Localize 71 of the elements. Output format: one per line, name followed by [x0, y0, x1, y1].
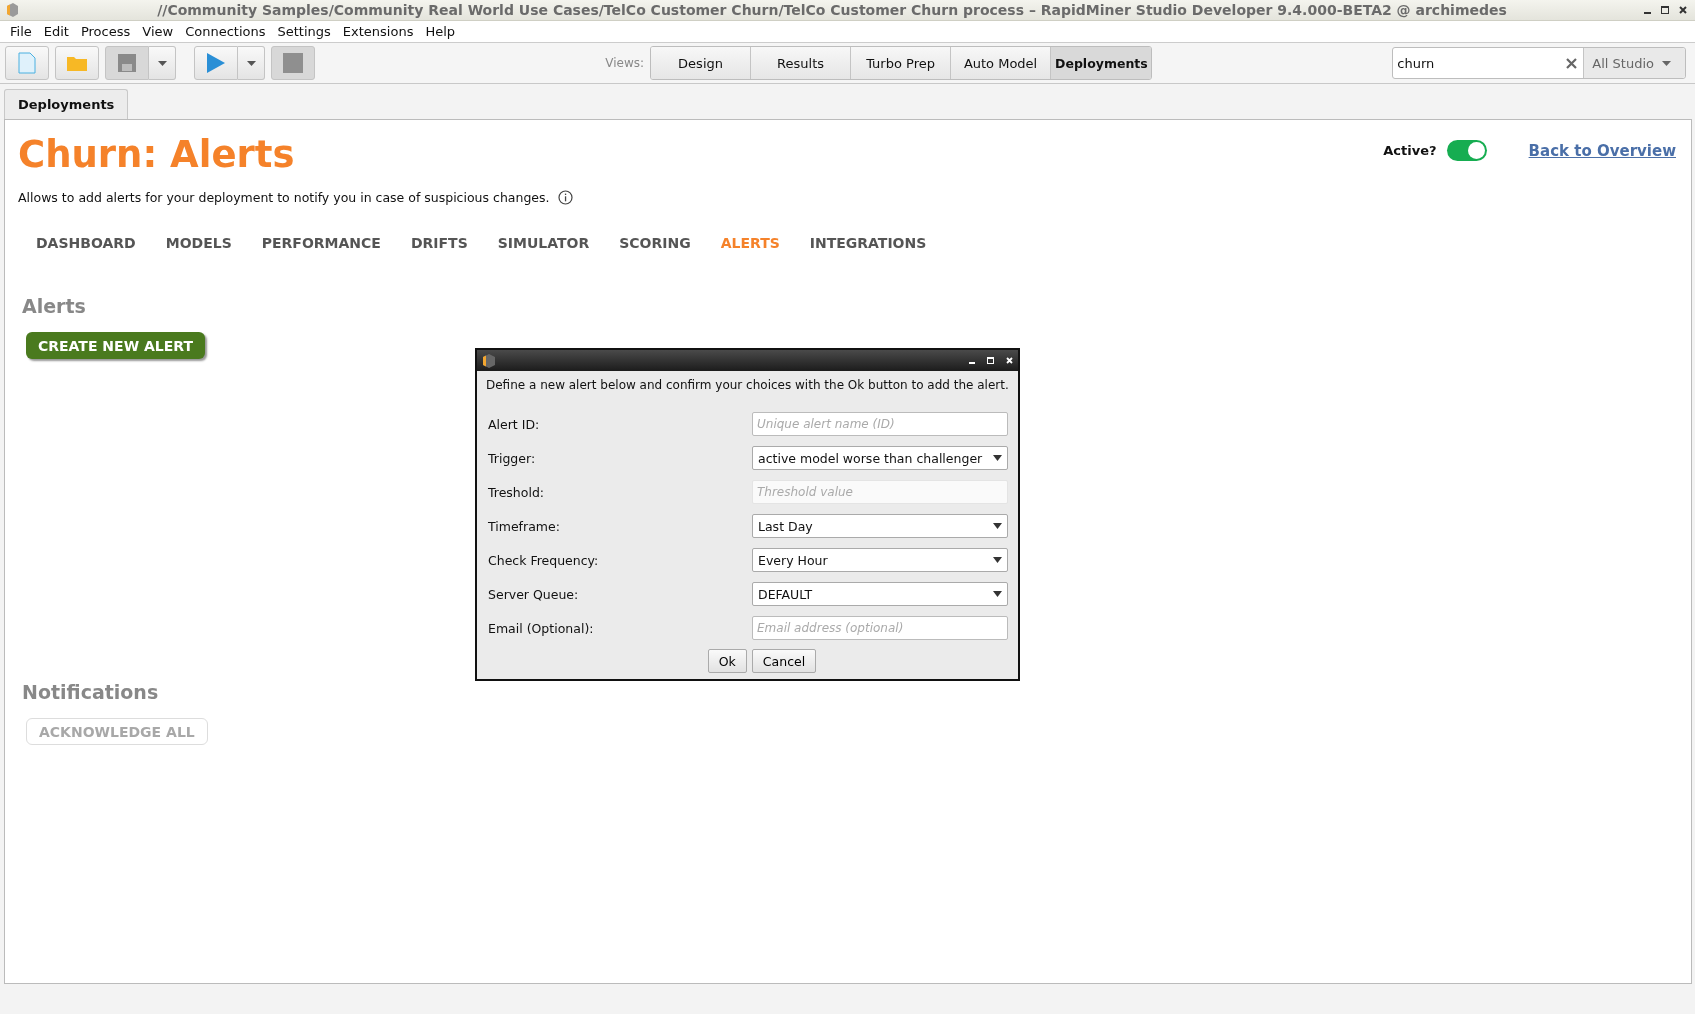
search-scope-dropdown[interactable]: All Studio: [1583, 48, 1685, 78]
create-new-alert-button[interactable]: CREATE NEW ALERT: [26, 332, 205, 359]
menu-item[interactable]: File: [4, 24, 38, 39]
active-toggle[interactable]: [1446, 140, 1487, 161]
back-to-overview-link[interactable]: Back to Overview: [1528, 141, 1676, 160]
field-label: Alert ID:: [487, 416, 540, 432]
field-label: Email (Optional):: [487, 620, 594, 636]
nav-tab[interactable]: INTEGRATIONS: [809, 235, 927, 251]
app-logo-icon: [4, 2, 20, 18]
stop-square-icon: [283, 53, 303, 73]
nav-tab[interactable]: PERFORMANCE: [261, 235, 381, 251]
caret-icon: [993, 591, 1002, 597]
active-label: Active?: [1383, 143, 1437, 158]
dropdown[interactable]: Last Day: [752, 514, 1008, 538]
folder-icon: [67, 57, 87, 71]
view-tab[interactable]: Auto Model: [951, 47, 1052, 79]
view-tab[interactable]: Design: [651, 47, 752, 79]
nav-tab[interactable]: SCORING: [619, 235, 691, 251]
window-title: //Community Samples/Community Real World Use Cases/TelCo Customer Churn/TelCo Customer Churn process – RapidMiner Studio Developer 9.4.000-BETA2 @ archimedes: [156, 2, 1508, 18]
menu-item[interactable]: Process: [74, 24, 137, 39]
dialog-button[interactable]: Ok: [707, 649, 747, 673]
minimize-icon[interactable]: [969, 361, 975, 364]
minimize-icon[interactable]: [1644, 11, 1651, 14]
menu-item[interactable]: Edit: [37, 24, 75, 39]
section-heading: Alerts: [22, 295, 86, 317]
view-tab[interactable]: Results: [751, 47, 852, 79]
dialog-button[interactable]: Cancel: [751, 649, 817, 673]
nav-tab[interactable]: DRIFTS: [410, 235, 468, 251]
save-dropdown-button[interactable]: [149, 46, 176, 80]
field-label: Check Frequency:: [487, 552, 599, 568]
caret-icon: [993, 455, 1002, 461]
menu-item[interactable]: Settings: [271, 24, 337, 39]
field-label: Treshold:: [487, 484, 545, 500]
maximize-icon[interactable]: [1661, 6, 1669, 14]
view-tab[interactable]: Deployments: [1051, 47, 1152, 79]
run-dropdown-button[interactable]: [238, 46, 265, 80]
nav-tab[interactable]: MODELS: [165, 235, 232, 251]
input-field[interactable]: Email address (optional): [752, 616, 1008, 640]
panel-tab[interactable]: Deployments: [4, 89, 129, 119]
clear-icon[interactable]: [1566, 57, 1578, 69]
menu-item[interactable]: Connections: [179, 24, 272, 39]
close-icon[interactable]: [1679, 6, 1687, 14]
section-heading: Notifications: [22, 681, 159, 703]
menu-item[interactable]: Extensions: [336, 24, 420, 39]
caret-icon: [246, 60, 256, 66]
info-icon[interactable]: [557, 190, 573, 205]
run-button[interactable]: [194, 46, 238, 80]
menu-item[interactable]: View: [136, 24, 180, 39]
page-description: Allows to add alerts for your deployment to notify you in case of suspicious changes.: [18, 190, 550, 205]
search-field[interactable]: churn All Studio: [1392, 47, 1686, 79]
views-label: Views:: [605, 56, 645, 70]
dropdown[interactable]: active model worse than challenger: [752, 446, 1008, 470]
field-label: Server Queue:: [487, 586, 579, 602]
document-icon: [18, 52, 36, 74]
field-label: Timeframe:: [487, 518, 560, 534]
dialog-instructions: Define a new alert below and confirm your choices with the Ok button to add the alert.: [486, 377, 1008, 393]
field-label: Trigger:: [487, 450, 536, 466]
app-logo-icon: [482, 352, 496, 369]
input-field[interactable]: Unique alert name (ID): [752, 412, 1008, 436]
play-icon: [206, 52, 226, 74]
caret-icon: [157, 60, 167, 66]
caret-icon: [993, 523, 1002, 529]
caret-icon: [1662, 60, 1671, 66]
caret-icon: [993, 557, 1002, 563]
view-tab[interactable]: Turbo Prep: [851, 47, 952, 79]
menu-item[interactable]: Help: [419, 24, 462, 39]
nav-tab[interactable]: SIMULATOR: [497, 235, 590, 251]
nav-tab[interactable]: DASHBOARD: [36, 235, 136, 251]
dropdown[interactable]: Every Hour: [752, 548, 1008, 572]
page-title: Churn: Alerts: [18, 132, 295, 176]
dropdown[interactable]: DEFAULT: [752, 582, 1008, 606]
